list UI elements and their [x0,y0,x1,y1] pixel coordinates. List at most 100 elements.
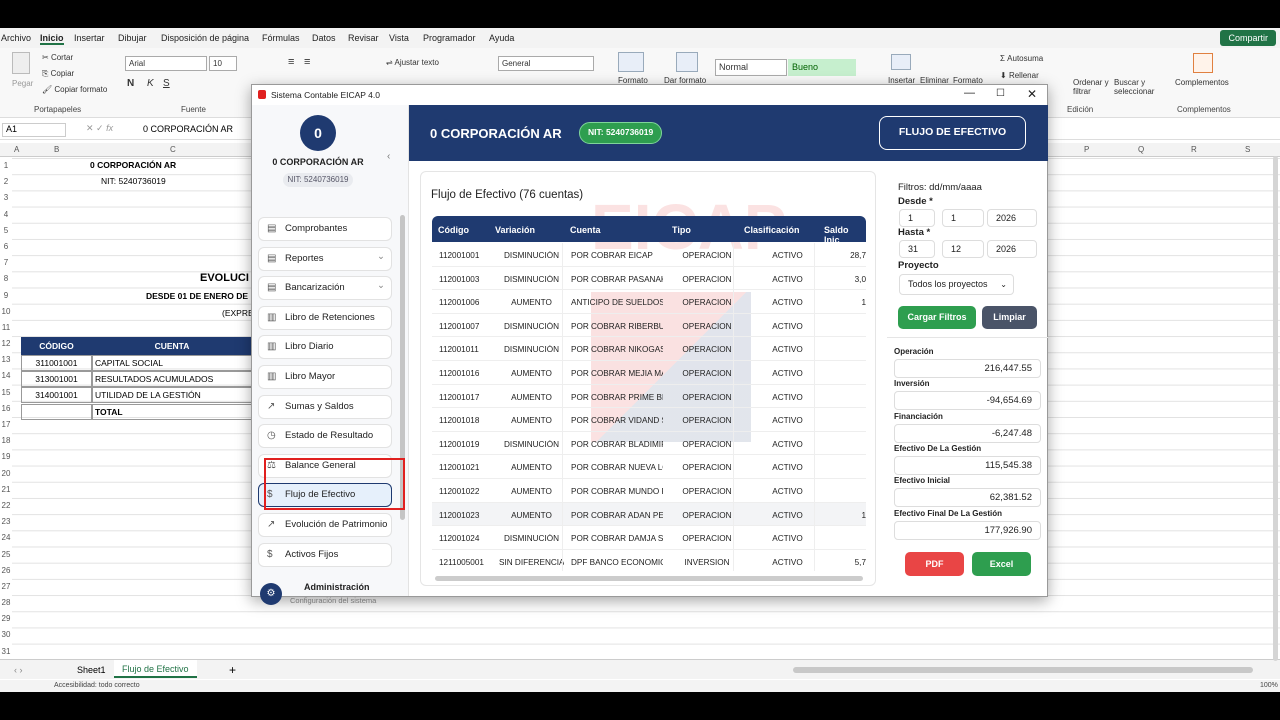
row-header[interactable]: 30 [0,627,12,643]
formula-input[interactable]: 0 CORPORACIÓN AR [143,124,233,134]
col-p[interactable]: P [1084,145,1089,154]
accessibility-status[interactable]: Accesibilidad: todo correcto [54,682,140,689]
bold-button[interactable]: N [127,78,134,89]
table-row[interactable]: 112001001 DISMINUCIÓN POR COBRAR EICAP OPER… [432,243,866,267]
col-c[interactable]: C [170,145,176,154]
maximize-icon[interactable]: ☐ [996,88,1005,99]
table-row[interactable]: 112001011 DISMINUCIÓN POR COBRAR NIKOGAS OP… [432,337,866,362]
summary-value[interactable]: 177,926.90 [894,520,1041,540]
th-saldo[interactable]: Saldo Inic [824,225,866,245]
tab-revisar[interactable]: Revisar [348,33,379,43]
paste-icon[interactable] [12,52,30,74]
row-header[interactable]: 9 [0,288,12,304]
row-header[interactable]: 3 [0,190,12,206]
summary-value[interactable]: 115,545.38 [894,455,1041,475]
row-header[interactable]: 28 [0,595,12,611]
table-hscrollbar[interactable] [435,576,863,581]
limpiar-button[interactable]: Limpiar [982,306,1037,329]
row-header[interactable]: 2 [0,174,12,190]
copy-button[interactable]: ⎘ Copiar [42,69,74,79]
col-r[interactable]: R [1191,145,1197,154]
cell-subtitle[interactable]: DESDE 01 DE ENERO DE [146,291,248,301]
tab-insertar[interactable]: Insertar [74,33,105,43]
cashflow-table[interactable]: Código Variación Cuenta Tipo Clasificaci… [432,216,866,571]
row-header[interactable]: 22 [0,498,12,514]
collapse-sidebar-icon[interactable]: ‹ [387,151,390,162]
table-row[interactable]: 112001016 AUMENTO POR COBRAR MEJIA MA OPERA… [432,361,866,385]
th-clasificacion[interactable]: Clasificación [744,225,800,235]
underline-button[interactable]: S [163,78,170,89]
table-row[interactable]: 112001007 DISMINUCIÓN POR COBRAR RIBERBULI… [432,313,866,338]
style-good[interactable]: Bueno [788,59,856,76]
sheet-prev-icon[interactable]: ‹ › [14,665,23,675]
cell-account[interactable]: TOTAL [92,403,252,420]
desde-month[interactable]: 1 [942,209,984,227]
hasta-month[interactable]: 12 [942,240,984,258]
row-header[interactable]: 19 [0,449,12,465]
table-row[interactable]: 112001006 AUMENTO ANTICIPO DE SUELDOS OPERA… [432,290,866,315]
col-a[interactable]: A [14,145,19,154]
cell-code[interactable]: 313001001 [21,371,92,388]
sidebar-item-bancarización[interactable]: ▤ Bancarización ⌄ [258,276,392,301]
hasta-day[interactable]: 31 [899,240,935,258]
align-top-icon[interactable]: ≡ [288,56,294,68]
table-row[interactable]: 112001022 AUMENTO POR COBRAR MUNDO F OPERAC… [432,479,866,503]
share-button[interactable]: Compartir [1220,30,1276,46]
cell-account[interactable]: RESULTADOS ACUMULADOS [92,371,252,388]
autosum-button[interactable]: Σ Autosuma [1000,54,1043,63]
number-format-select[interactable]: General [498,56,594,71]
table-row[interactable]: 112001018 AUMENTO POR COBRAR VIDAND S OPERA… [432,408,866,433]
row-header[interactable]: 23 [0,514,12,530]
row-header[interactable]: 25 [0,547,12,563]
row-header[interactable]: 29 [0,611,12,627]
row-header[interactable]: 11 [0,320,12,336]
table-format-icon[interactable] [676,52,698,72]
row-header[interactable]: 5 [0,223,12,239]
row-header[interactable]: 14 [0,368,12,384]
cell-code[interactable] [21,403,92,420]
sidebar-item-libro-de-retenciones[interactable]: ▥ Libro de Retenciones [258,305,392,330]
th-codigo[interactable]: Código [438,225,469,235]
col-b[interactable]: B [54,145,59,154]
cell-header-account[interactable]: CUENTA [92,337,252,355]
vertical-scrollbar[interactable] [1273,156,1278,661]
col-s[interactable]: S [1245,145,1250,154]
cell-title[interactable]: EVOLUCI [200,272,249,284]
horizontal-scrollbar[interactable] [793,667,1253,673]
sidebar-item-libro-mayor[interactable]: ▥ Libro Mayor [258,365,392,389]
add-sheet-icon[interactable]: + [229,663,236,677]
addins-button[interactable]: Complementos [1175,78,1229,87]
insert-cells-icon[interactable] [891,54,911,70]
table-row[interactable]: 112001021 AUMENTO POR COBRAR NUEVA LO OPERA… [432,455,866,480]
sort-filter-button[interactable]: Ordenar y filtrar [1073,78,1113,96]
row-header[interactable]: 17 [0,417,12,433]
style-normal[interactable]: Normal [715,59,787,76]
close-icon[interactable]: ✕ [1027,87,1037,101]
tab-archivo[interactable]: Archivo [1,33,31,43]
sidebar-item-comprobantes[interactable]: ▤ Comprobantes [258,217,392,241]
fill-button[interactable]: ⬇ Rellenar [1000,71,1039,80]
th-cuenta[interactable]: Cuenta [570,225,601,235]
row-header[interactable]: 18 [0,433,12,449]
font-size-select[interactable]: 10 [209,56,237,71]
sidebar-item-sumas-y-saldos[interactable]: ↗ Sumas y Saldos [258,394,392,419]
row-header[interactable]: 8 [0,271,12,287]
table-row[interactable]: 112001017 AUMENTO POR COBRAR PRIME BRA OPER… [432,384,866,409]
table-row[interactable]: 1211005001 SIN DIFERENCIA DPF BANCO ECONOM… [432,549,866,571]
row-header[interactable]: 24 [0,530,12,546]
row-header[interactable]: 27 [0,579,12,595]
cell-company[interactable]: 0 CORPORACIÓN AR [90,160,176,170]
pdf-button[interactable]: PDF [905,552,964,576]
cargar-filtros-button[interactable]: Cargar Filtros [898,306,976,329]
tab-formulas[interactable]: Fórmulas [262,33,300,43]
cell-code[interactable]: 314001001 [21,387,92,404]
tab-dibujar[interactable]: Dibujar [118,33,147,43]
tab-vista[interactable]: Vista [389,33,409,43]
admin-gear-icon[interactable]: ⚙ [260,583,282,605]
row-header[interactable]: 15 [0,385,12,401]
th-variacion[interactable]: Variación [495,225,535,235]
addins-icon[interactable] [1193,53,1213,73]
wrap-text-button[interactable]: ⇌ Ajustar texto [386,58,439,67]
summary-value[interactable]: 216,447.55 [894,359,1041,378]
row-header[interactable]: 6 [0,239,12,255]
